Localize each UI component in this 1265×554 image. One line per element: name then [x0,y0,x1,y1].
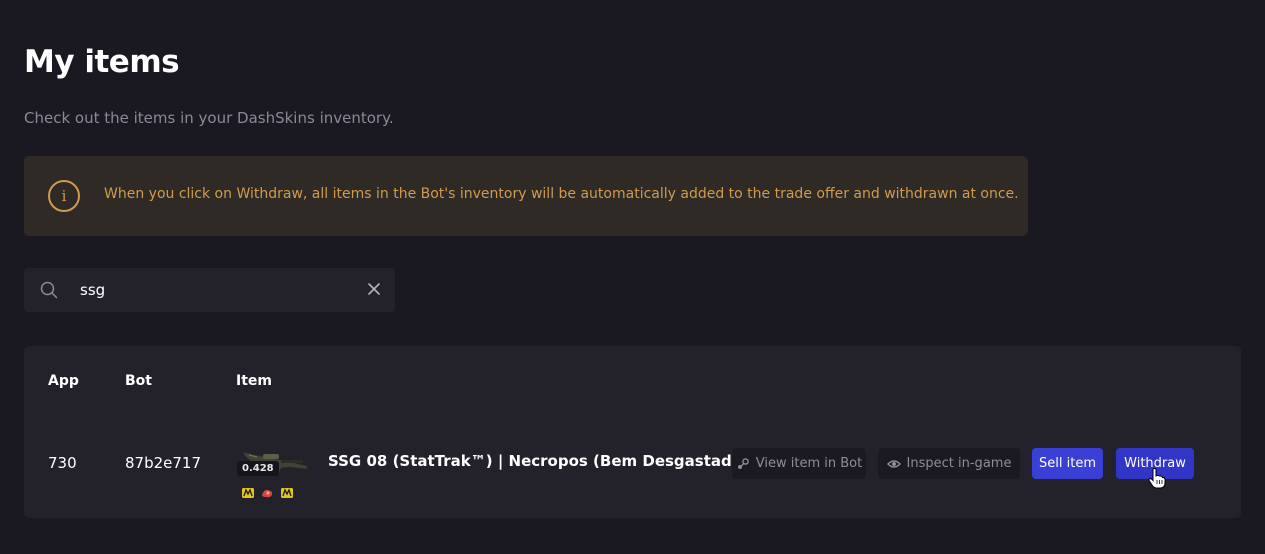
column-header-item: Item [236,373,272,389]
search-input[interactable] [80,278,360,302]
column-header-bot: Bot [125,373,152,389]
inspect-in-game-button[interactable]: Inspect in-game [878,448,1020,479]
inspect-in-game-label: Inspect in-game [906,456,1012,471]
hand-cursor-icon [1148,468,1166,489]
float-badge: 0.428 [237,461,279,476]
withdraw-notice: i When you click on Withdraw, all items … [24,156,1028,236]
column-header-app: App [48,373,79,389]
sell-item-button[interactable]: Sell item [1032,448,1103,479]
search-icon [40,281,58,299]
view-item-in-bot-label: View item in Bot [755,456,863,471]
info-icon: i [48,180,80,212]
view-item-in-bot-button[interactable]: View item in Bot [732,448,866,479]
clear-search-icon[interactable] [367,282,381,296]
red-sticker-icon [262,489,273,498]
notice-text: When you click on Withdraw, all items in… [104,186,1019,202]
search-box [24,268,395,312]
steam-icon [737,457,749,469]
items-table: App Bot Item 730 87b2e717 0.428 SSG 08 (… [24,346,1241,518]
page-subtitle: Check out the items in your DashSkins in… [24,109,394,127]
navi-sticker-icon [281,488,293,498]
row-bot: 87b2e717 [125,454,202,472]
item-name: SSG 08 (StatTrak™) | Necropos (Bem Desga… [328,452,749,470]
eye-icon [886,459,901,468]
page-title: My items [24,44,180,80]
row-app: 730 [48,454,77,472]
sell-item-label: Sell item [1039,456,1096,471]
my-items-page: My items Check out the items in your Das… [0,0,1265,554]
navi-sticker-icon [242,488,254,498]
